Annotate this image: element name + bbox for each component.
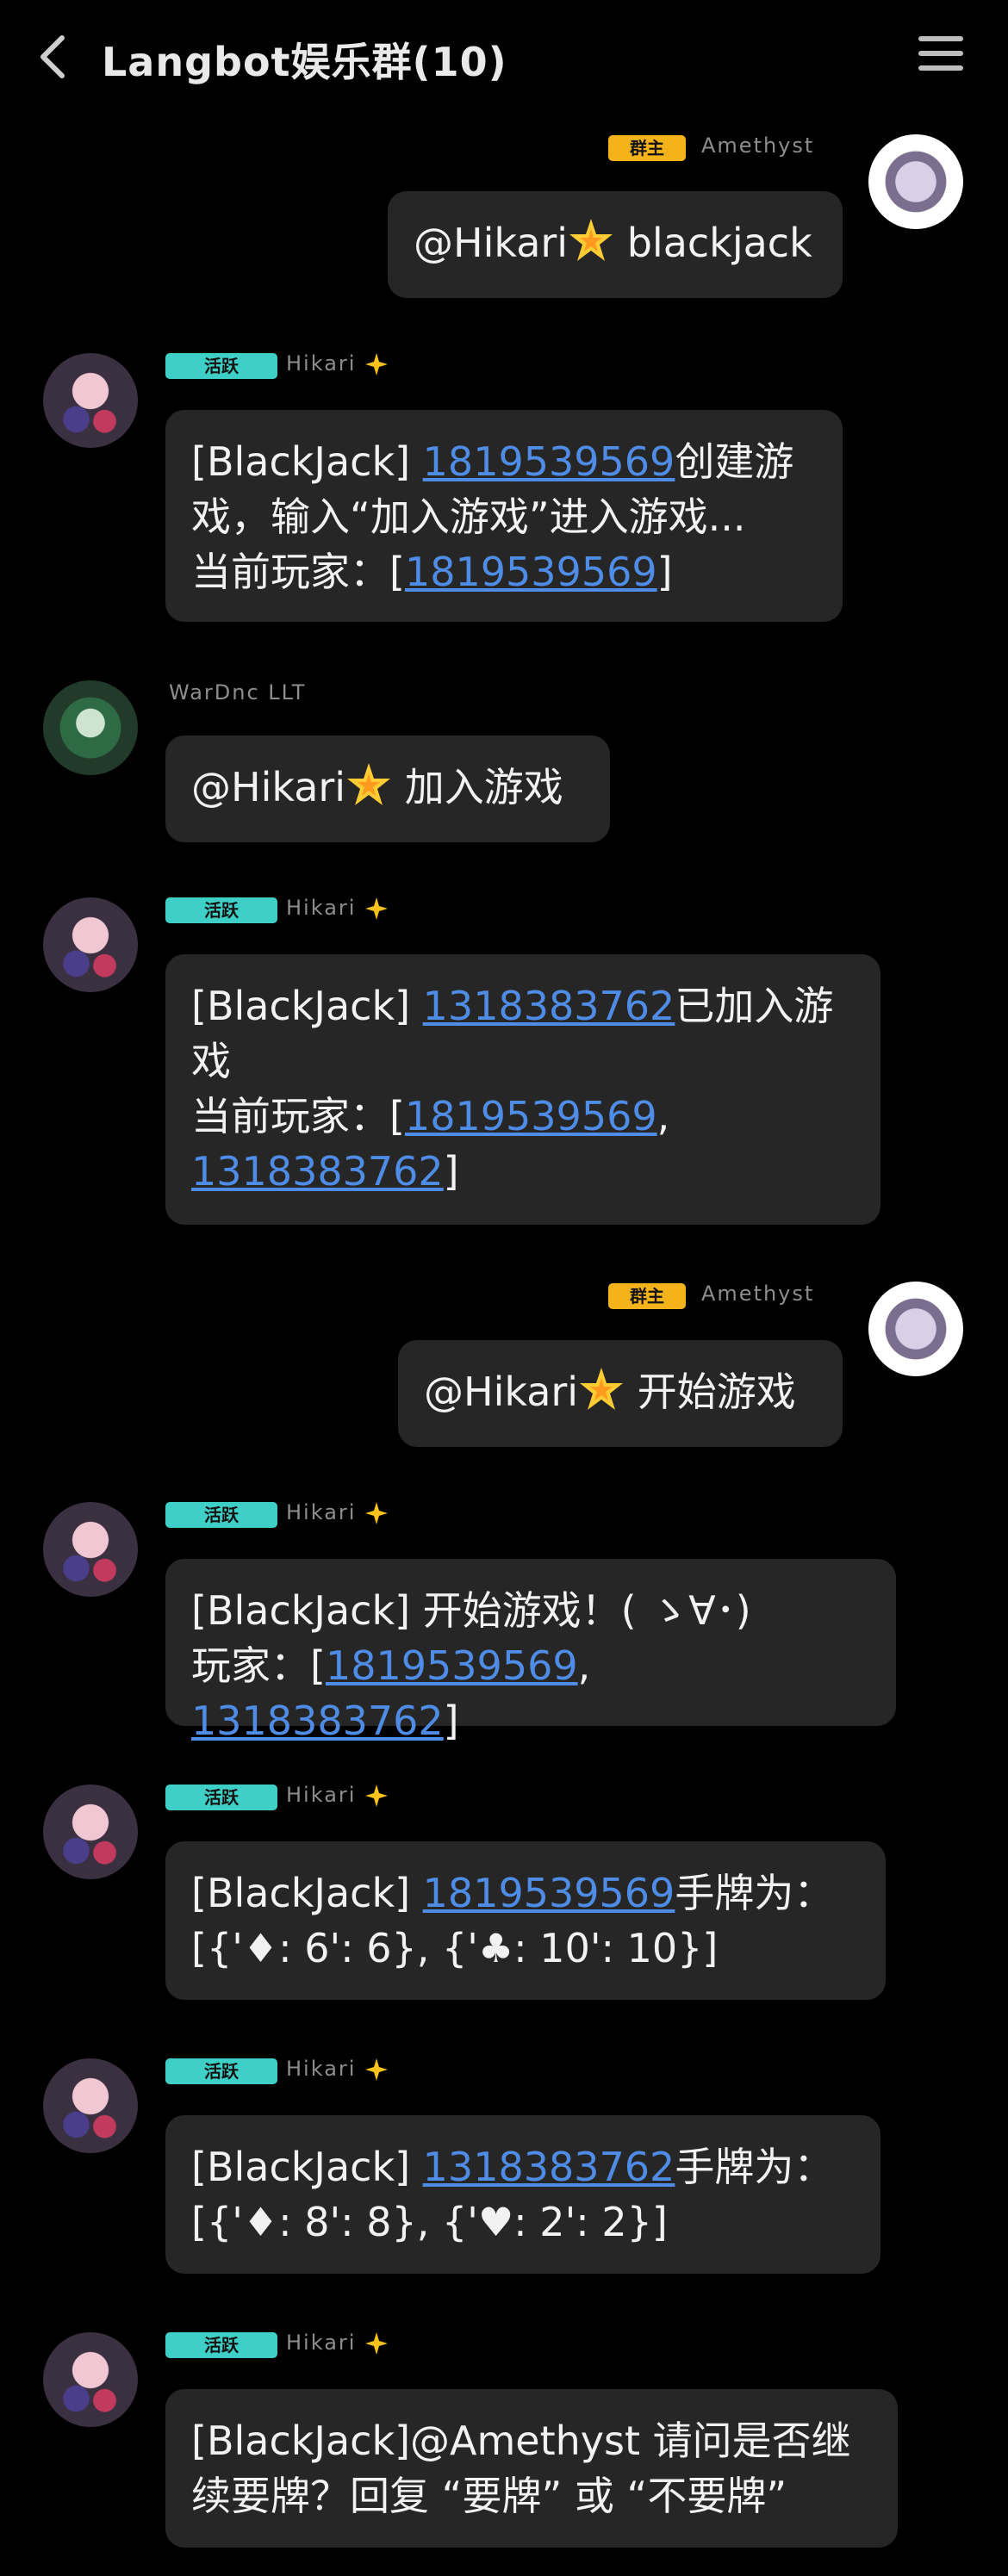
member-badge: 活跃 bbox=[165, 353, 277, 379]
sender-nickname: Hikari bbox=[286, 2057, 389, 2082]
avatar[interactable] bbox=[43, 353, 138, 448]
sender-nickname: Hikari bbox=[286, 896, 389, 921]
member-badge: 活跃 bbox=[165, 2058, 277, 2084]
message-bubble[interactable]: [BlackJack] 1819539569创建游 戏，输入“加入游戏”进入游戏… bbox=[165, 410, 843, 622]
user-id-link[interactable]: 1819539569 bbox=[405, 1093, 657, 1139]
sparkle-icon bbox=[365, 1502, 389, 1524]
sparkle-emoji-icon bbox=[580, 1368, 624, 1410]
user-id-link[interactable]: 1819539569 bbox=[423, 1870, 675, 1916]
sender-nickname: Hikari bbox=[286, 1783, 389, 1808]
avatar[interactable] bbox=[43, 2332, 138, 2427]
sender-nickname: Hikari bbox=[286, 2331, 389, 2356]
user-id-link[interactable]: 1318383762 bbox=[423, 2144, 675, 2190]
message-bubble[interactable]: [BlackJack] 1318383762手牌为： [{'♦: 8': 8},… bbox=[165, 2115, 880, 2274]
user-id-link[interactable]: 1318383762 bbox=[191, 1148, 444, 1195]
avatar[interactable] bbox=[43, 897, 138, 992]
sender-nickname: WarDnc LLT bbox=[169, 680, 307, 705]
avatar[interactable] bbox=[43, 2058, 138, 2153]
avatar[interactable] bbox=[43, 1785, 138, 1879]
user-id-link[interactable]: 1819539569 bbox=[326, 1642, 578, 1689]
hamburger-menu-icon[interactable] bbox=[918, 36, 963, 76]
user-id-link[interactable]: 1819539569 bbox=[423, 438, 675, 485]
member-badge: 活跃 bbox=[165, 1785, 277, 1810]
avatar[interactable] bbox=[868, 134, 963, 229]
member-badge: 活跃 bbox=[165, 2332, 277, 2358]
back-chevron-icon[interactable] bbox=[34, 33, 72, 81]
message-bubble[interactable]: [BlackJack] 1819539569手牌为： [{'♦: 6': 6},… bbox=[165, 1841, 886, 2000]
sender-nickname: Hikari bbox=[286, 1500, 389, 1525]
sparkle-icon bbox=[365, 2058, 389, 2081]
avatar[interactable] bbox=[43, 680, 138, 775]
sparkle-emoji-icon bbox=[569, 219, 613, 261]
message-bubble[interactable]: @Hikari blackjack bbox=[388, 191, 843, 298]
user-id-link[interactable]: 1819539569 bbox=[405, 549, 657, 595]
member-badge: 活跃 bbox=[165, 897, 277, 923]
avatar[interactable] bbox=[43, 1502, 138, 1597]
sparkle-icon bbox=[365, 353, 389, 376]
chat-header: Langbot娱乐群(10) bbox=[0, 0, 1008, 116]
member-badge: 活跃 bbox=[165, 1502, 277, 1528]
user-id-link[interactable]: 1318383762 bbox=[191, 1698, 444, 1744]
sparkle-icon bbox=[365, 1785, 389, 1807]
message-bubble[interactable]: [BlackJack] 开始游戏！( ゝ∀･) 玩家：[1819539569, … bbox=[165, 1559, 896, 1744]
message-bubble[interactable]: [BlackJack] 1318383762已加入游 戏 当前玩家：[18195… bbox=[165, 954, 880, 1225]
sender-nickname: Amethyst bbox=[701, 1282, 815, 1306]
sparkle-icon bbox=[365, 2332, 389, 2355]
sender-nickname: Amethyst bbox=[701, 133, 815, 158]
member-badge: 群主 bbox=[608, 1283, 686, 1309]
avatar[interactable] bbox=[868, 1282, 963, 1376]
sparkle-emoji-icon bbox=[347, 763, 391, 805]
sparkle-icon bbox=[365, 897, 389, 920]
message-bubble[interactable]: @Hikari 开始游戏 bbox=[398, 1340, 843, 1447]
message-bubble[interactable]: [BlackJack]@Amethyst 请问是否继 续要牌？回复 “要牌” 或… bbox=[165, 2389, 898, 2548]
member-badge: 群主 bbox=[608, 135, 686, 161]
message-bubble[interactable]: @Hikari 加入游戏 bbox=[165, 736, 610, 842]
sender-nickname: Hikari bbox=[286, 351, 389, 376]
chat-title: Langbot娱乐群(10) bbox=[102, 39, 507, 85]
user-id-link[interactable]: 1318383762 bbox=[423, 983, 675, 1029]
